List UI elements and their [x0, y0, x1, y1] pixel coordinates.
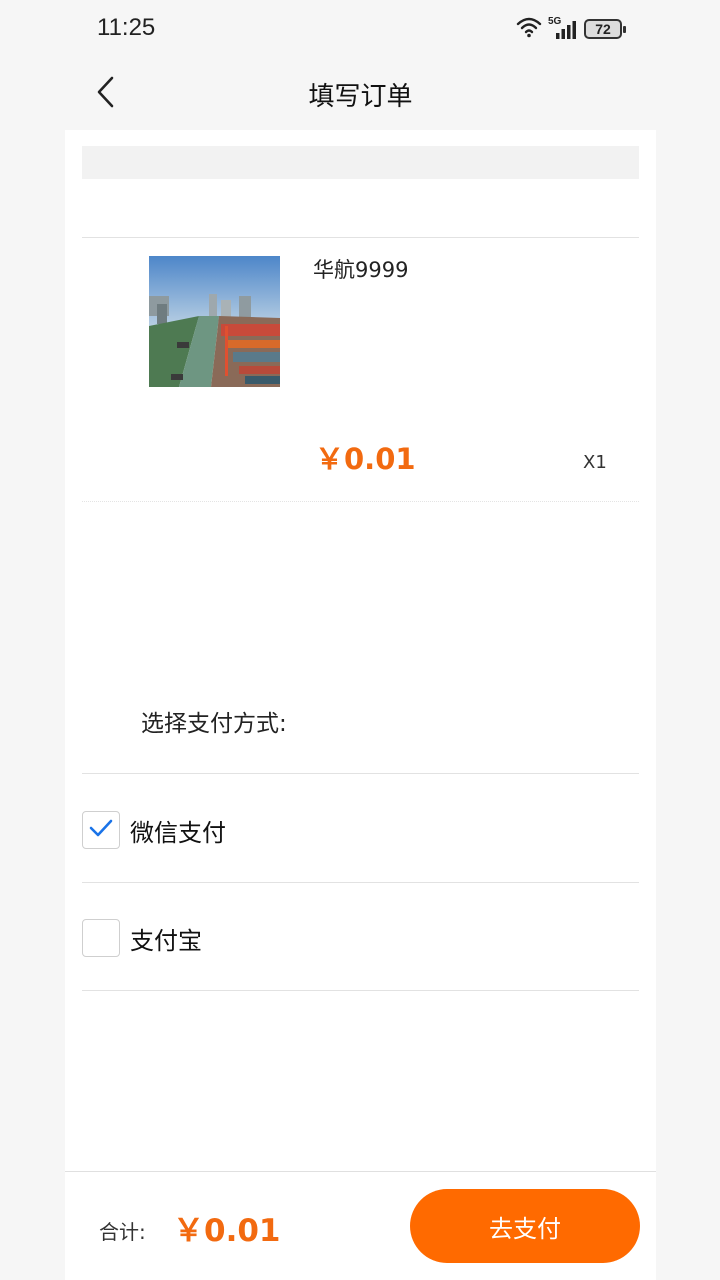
navigation-bar: 填写订单	[65, 58, 656, 130]
divider	[82, 990, 639, 991]
wifi-icon	[516, 16, 542, 42]
address-placeholder-bar[interactable]	[82, 146, 639, 179]
divider	[82, 501, 639, 502]
total-amount: ￥0.01	[173, 1213, 281, 1249]
payment-option-wechat[interactable]: 微信支付	[82, 800, 639, 860]
status-time: 11:25	[97, 14, 156, 41]
product-name: 华航9999	[313, 258, 409, 282]
pay-button[interactable]: 去支付	[410, 1189, 640, 1263]
order-page: 11:25 5G 72 填写订单 华航9999 ￥0.01 X1 选择支付方式:…	[65, 0, 656, 1280]
product-price: ￥0.01	[315, 442, 416, 476]
divider	[82, 882, 639, 883]
payment-option-alipay[interactable]: 支付宝	[82, 908, 639, 968]
battery-icon: 72	[584, 19, 626, 39]
product-image	[149, 256, 280, 387]
cellular-signal-icon: 5G	[548, 16, 578, 40]
check-icon	[88, 817, 114, 843]
alipay-checkbox[interactable]	[82, 919, 120, 957]
payment-method-title: 选择支付方式:	[141, 711, 287, 737]
divider	[82, 773, 639, 774]
page-title: 填写订单	[308, 82, 413, 112]
footer-divider	[65, 1171, 656, 1172]
payment-option-label: 微信支付	[130, 818, 226, 847]
total-label: 合计:	[99, 1220, 146, 1244]
status-bar: 11:25 5G 72	[65, 0, 656, 58]
wechat-checkbox[interactable]	[82, 811, 120, 849]
divider	[82, 237, 639, 238]
product-quantity: X1	[583, 452, 607, 473]
status-icons: 5G 72	[516, 16, 626, 42]
payment-option-label: 支付宝	[130, 926, 202, 955]
